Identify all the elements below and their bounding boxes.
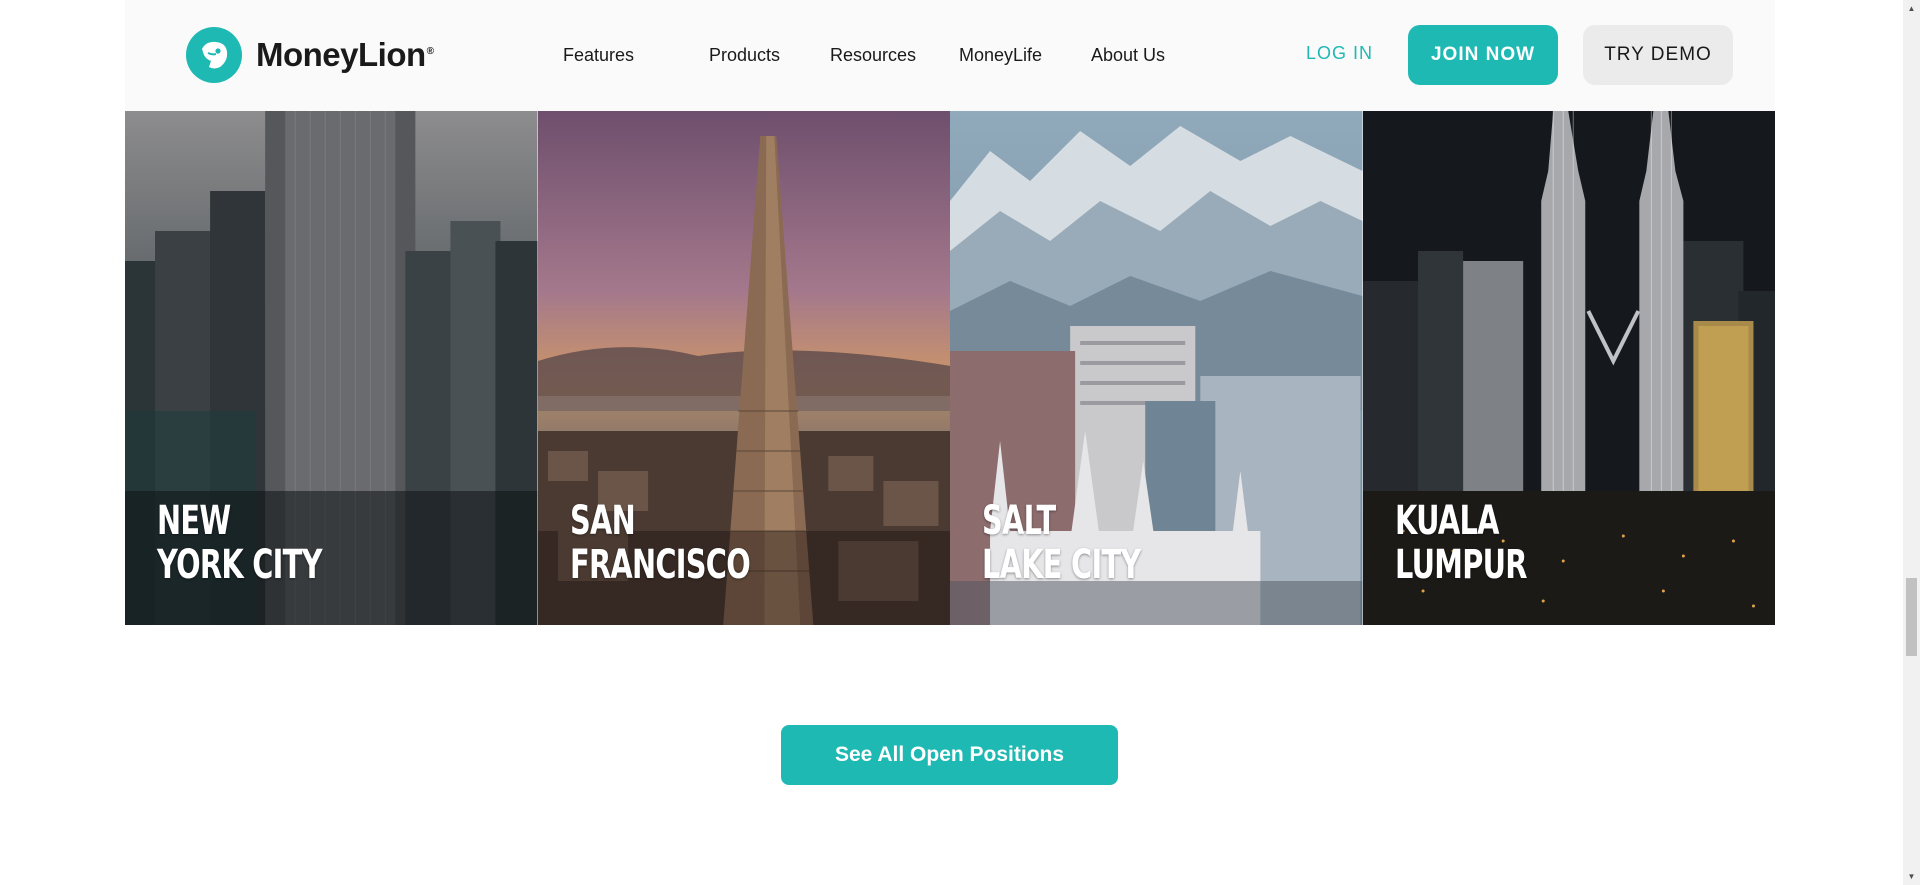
city-name: KUALA LUMPUR (1395, 499, 1527, 587)
registered-mark: ® (426, 46, 434, 57)
nav-features[interactable]: Features (563, 45, 634, 66)
scroll-thumb[interactable] (1906, 578, 1917, 656)
arrow-down-icon[interactable]: ▼ (1903, 868, 1920, 885)
city-name-line1: KUALA (1394, 498, 1499, 544)
city-name: NEW YORK CITY (157, 499, 322, 587)
city-name-line2: LAKE CITY (982, 542, 1141, 588)
city-name-line1: SALT (982, 498, 1056, 544)
nav-about-us[interactable]: About Us (1091, 45, 1165, 66)
see-all-open-positions-button[interactable]: See All Open Positions (781, 725, 1118, 785)
city-name-line2: YORK CITY (157, 542, 322, 588)
city-name-line2: LUMPUR (1394, 542, 1527, 588)
nav-moneylife[interactable]: MoneyLife (959, 45, 1042, 66)
city-card-kuala-lumpur[interactable]: KUALA LUMPUR (1362, 111, 1775, 625)
city-card-salt-lake-city[interactable]: SALT LAKE CITY (950, 111, 1363, 625)
brand-name: MoneyLion® (256, 36, 434, 73)
login-link[interactable]: LOG IN (1306, 43, 1373, 64)
lion-head-icon (186, 27, 242, 83)
vertical-scrollbar[interactable]: ▲ ▼ (1903, 0, 1920, 885)
nav-products[interactable]: Products (709, 45, 780, 66)
brand-logo[interactable]: MoneyLion® (186, 27, 434, 83)
join-now-button[interactable]: JOIN NOW (1408, 25, 1558, 85)
city-name-line1: NEW (157, 498, 231, 544)
city-card-new-york[interactable]: NEW YORK CITY (125, 111, 538, 625)
city-name: SALT LAKE CITY (982, 499, 1141, 587)
nav-resources[interactable]: Resources (830, 45, 916, 66)
city-name: SAN FRANCISCO (569, 498, 751, 588)
try-demo-button[interactable]: TRY DEMO (1583, 25, 1733, 85)
city-card-san-francisco[interactable]: SAN FRANCISCO (537, 111, 950, 625)
city-name-line2: FRANCISCO (569, 542, 751, 588)
page: MoneyLion® Features Products Resources M… (0, 0, 1920, 885)
site-header: MoneyLion® Features Products Resources M… (125, 0, 1775, 111)
office-locations: NEW YORK CITY SAN FRANCISCO SALT LAKE CI… (125, 111, 1775, 625)
city-name-line1: SAN (569, 498, 636, 544)
arrow-up-icon[interactable]: ▲ (1903, 0, 1920, 17)
